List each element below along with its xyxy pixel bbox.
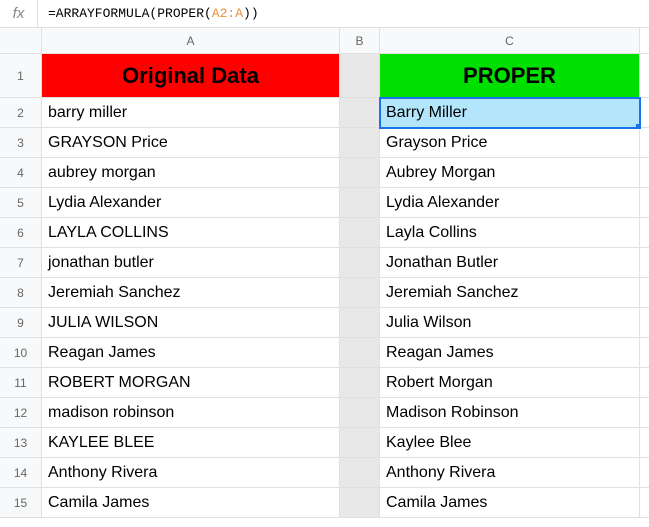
cell-c8[interactable]: Jeremiah Sanchez <box>380 278 640 308</box>
header-original-data[interactable]: Original Data <box>42 54 340 98</box>
fx-icon[interactable]: fx <box>0 0 38 27</box>
cell-filler-1 <box>640 54 649 98</box>
cell-filler-4 <box>640 158 649 188</box>
cell-a14[interactable]: Anthony Rivera <box>42 458 340 488</box>
cell-c6[interactable]: Layla Collins <box>380 218 640 248</box>
cell-b5[interactable] <box>340 188 380 218</box>
cell-b9[interactable] <box>340 308 380 338</box>
cell-filler-7 <box>640 248 649 278</box>
row-header-13[interactable]: 13 <box>0 428 42 458</box>
cell-c14[interactable]: Anthony Rivera <box>380 458 640 488</box>
cell-c4[interactable]: Aubrey Morgan <box>380 158 640 188</box>
cell-b4[interactable] <box>340 158 380 188</box>
row-header-4[interactable]: 4 <box>0 158 42 188</box>
cell-a5[interactable]: Lydia Alexander <box>42 188 340 218</box>
cell-a2[interactable]: barry miller <box>42 98 340 128</box>
cell-filler-12 <box>640 398 649 428</box>
row-header-5[interactable]: 5 <box>0 188 42 218</box>
cell-b11[interactable] <box>340 368 380 398</box>
formula-suffix: )) <box>243 6 259 21</box>
cell-a10[interactable]: Reagan James <box>42 338 340 368</box>
cell-a3[interactable]: GRAYSON Price <box>42 128 340 158</box>
col-header-a[interactable]: A <box>42 28 340 54</box>
cell-c12[interactable]: Madison Robinson <box>380 398 640 428</box>
cell-c11[interactable]: Robert Morgan <box>380 368 640 398</box>
cell-c9[interactable]: Julia Wilson <box>380 308 640 338</box>
cell-c5[interactable]: Lydia Alexander <box>380 188 640 218</box>
cell-a15[interactable]: Camila James <box>42 488 340 518</box>
col-header-b[interactable]: B <box>340 28 380 54</box>
cell-b14[interactable] <box>340 458 380 488</box>
cell-filler-9 <box>640 308 649 338</box>
cell-a4[interactable]: aubrey morgan <box>42 158 340 188</box>
cell-c15[interactable]: Camila James <box>380 488 640 518</box>
cell-b1[interactable] <box>340 54 380 98</box>
cell-c3[interactable]: Grayson Price <box>380 128 640 158</box>
row-header-12[interactable]: 12 <box>0 398 42 428</box>
col-header-filler <box>640 28 649 54</box>
cell-a8[interactable]: Jeremiah Sanchez <box>42 278 340 308</box>
cell-filler-13 <box>640 428 649 458</box>
cell-c2[interactable]: Barry Miller <box>380 98 640 128</box>
cell-b10[interactable] <box>340 338 380 368</box>
cell-a6[interactable]: LAYLA COLLINS <box>42 218 340 248</box>
row-header-8[interactable]: 8 <box>0 278 42 308</box>
cell-b8[interactable] <box>340 278 380 308</box>
cell-b6[interactable] <box>340 218 380 248</box>
cell-b13[interactable] <box>340 428 380 458</box>
cell-filler-5 <box>640 188 649 218</box>
cell-a12[interactable]: madison robinson <box>42 398 340 428</box>
row-header-14[interactable]: 14 <box>0 458 42 488</box>
row-header-15[interactable]: 15 <box>0 488 42 518</box>
formula-bar[interactable]: fx =ARRAYFORMULA(PROPER(A2:A)) <box>0 0 649 28</box>
cell-filler-10 <box>640 338 649 368</box>
cell-filler-3 <box>640 128 649 158</box>
cell-filler-15 <box>640 488 649 518</box>
header-proper[interactable]: PROPER <box>380 54 640 98</box>
formula-prefix: =ARRAYFORMULA(PROPER( <box>48 6 212 21</box>
row-header-7[interactable]: 7 <box>0 248 42 278</box>
row-header-6[interactable]: 6 <box>0 218 42 248</box>
formula-ref: A2:A <box>212 6 243 21</box>
cell-b12[interactable] <box>340 398 380 428</box>
cell-b2[interactable] <box>340 98 380 128</box>
cell-a9[interactable]: JULIA WILSON <box>42 308 340 338</box>
cell-b3[interactable] <box>340 128 380 158</box>
select-all-corner[interactable] <box>0 28 42 54</box>
cell-a11[interactable]: ROBERT MORGAN <box>42 368 340 398</box>
cell-c13[interactable]: Kaylee Blee <box>380 428 640 458</box>
row-header-10[interactable]: 10 <box>0 338 42 368</box>
row-header-11[interactable]: 11 <box>0 368 42 398</box>
cell-c10[interactable]: Reagan James <box>380 338 640 368</box>
cell-a13[interactable]: KAYLEE BLEE <box>42 428 340 458</box>
cell-b15[interactable] <box>340 488 380 518</box>
cell-filler-6 <box>640 218 649 248</box>
formula-input[interactable]: =ARRAYFORMULA(PROPER(A2:A)) <box>38 6 259 21</box>
row-header-9[interactable]: 9 <box>0 308 42 338</box>
col-header-c[interactable]: C <box>380 28 640 54</box>
cell-filler-8 <box>640 278 649 308</box>
spreadsheet-grid[interactable]: ABC 1Original Data PROPER 2barry miller Barr… <box>0 28 649 518</box>
cell-filler-2 <box>640 98 649 128</box>
row-header-3[interactable]: 3 <box>0 128 42 158</box>
cell-b7[interactable] <box>340 248 380 278</box>
cell-filler-14 <box>640 458 649 488</box>
row-header-1[interactable]: 1 <box>0 54 42 98</box>
cell-c7[interactable]: Jonathan Butler <box>380 248 640 278</box>
row-header-2[interactable]: 2 <box>0 98 42 128</box>
cell-a7[interactable]: jonathan butler <box>42 248 340 278</box>
cell-filler-11 <box>640 368 649 398</box>
